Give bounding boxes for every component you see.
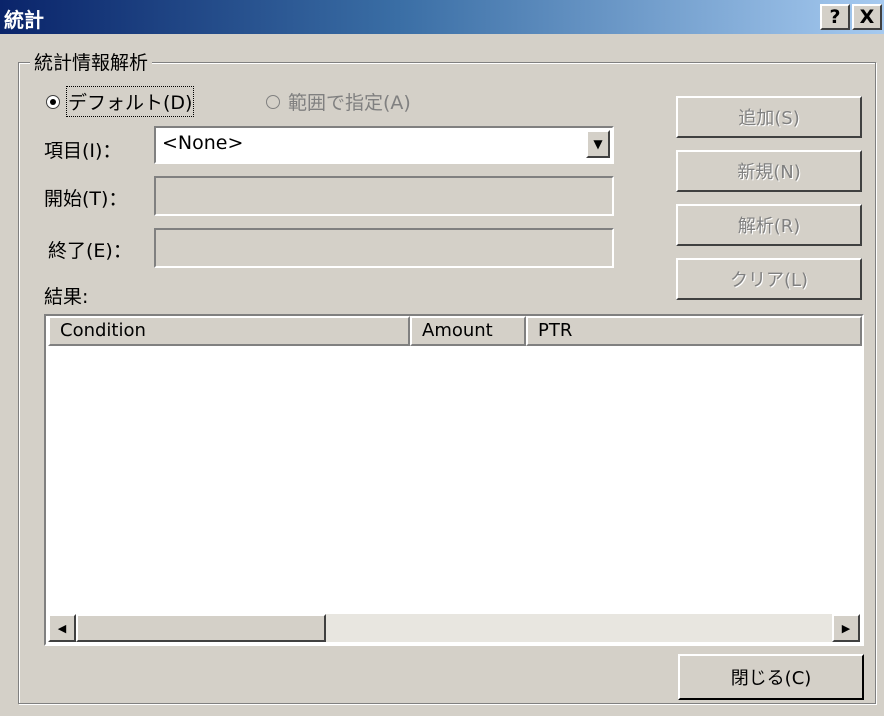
radio-range-label: 範囲で指定(A): [288, 92, 411, 114]
analyze-button[interactable]: 解析(R): [676, 204, 862, 246]
close-window-button[interactable]: X: [852, 4, 882, 30]
statistics-dialog: 統計 ? X 統計情報解析 デフォルト(D) 範囲で指定(A) 項目(I)： <…: [0, 0, 884, 716]
column-header-amount[interactable]: Amount: [410, 316, 526, 346]
end-label: 終了(E)：: [48, 240, 132, 262]
column-header-ptr[interactable]: PTR: [526, 316, 862, 346]
radio-range[interactable]: 範囲で指定(A): [266, 88, 411, 115]
chevron-down-icon[interactable]: ▼: [586, 130, 610, 158]
horizontal-scrollbar[interactable]: ◀ ▶: [48, 614, 860, 642]
start-field[interactable]: [154, 176, 614, 216]
end-field[interactable]: [154, 228, 614, 268]
help-button[interactable]: ?: [820, 4, 850, 30]
radio-selected-icon: [46, 94, 60, 109]
window-title: 統計: [4, 8, 44, 32]
new-button[interactable]: 新規(N): [676, 150, 862, 192]
close-button[interactable]: 閉じる(C): [678, 654, 864, 700]
results-list[interactable]: Condition Amount PTR ◀ ▶: [44, 314, 864, 646]
group-label: 統計情報解析: [30, 48, 153, 75]
item-label: 項目(I)：: [44, 140, 122, 162]
arrow-left-icon[interactable]: ◀: [48, 614, 76, 642]
item-combobox-value: <None>: [162, 132, 244, 154]
radio-unselected-icon: [266, 94, 280, 109]
add-button[interactable]: 追加(S): [676, 96, 862, 138]
column-header-condition[interactable]: Condition: [48, 316, 410, 346]
scrollbar-thumb[interactable]: [76, 614, 326, 642]
clear-button[interactable]: クリア(L): [676, 258, 862, 300]
results-label: 結果:: [44, 286, 89, 308]
start-label: 開始(T)：: [44, 188, 128, 210]
radio-default-label: デフォルト(D): [65, 86, 195, 117]
title-bar[interactable]: 統計 ? X: [0, 0, 884, 34]
item-combobox[interactable]: <None> ▼: [154, 126, 614, 164]
arrow-right-icon[interactable]: ▶: [832, 614, 860, 642]
radio-default[interactable]: デフォルト(D): [46, 86, 195, 117]
